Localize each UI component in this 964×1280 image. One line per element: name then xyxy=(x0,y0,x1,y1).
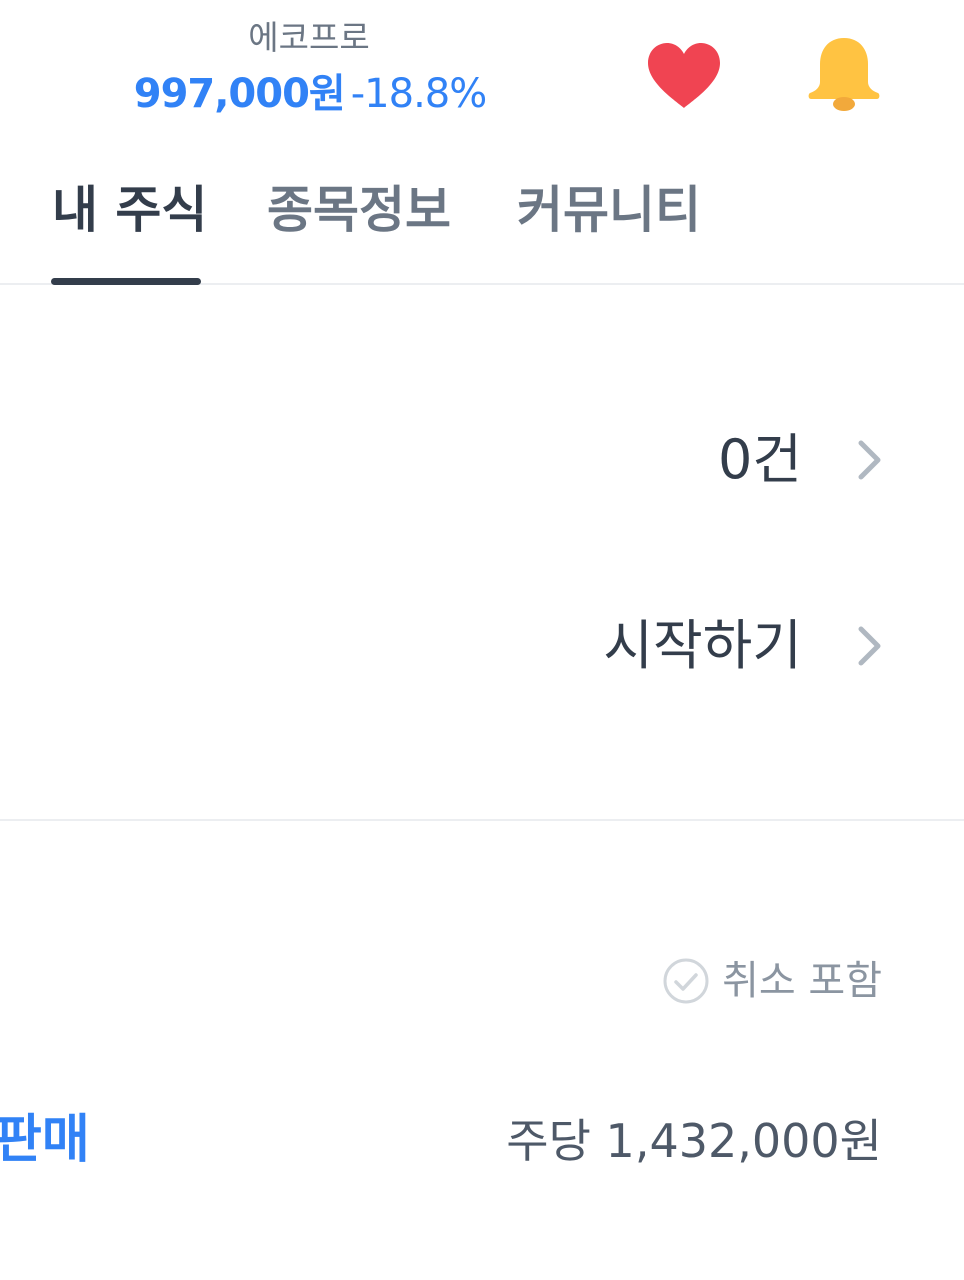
active-tab-indicator xyxy=(51,278,201,285)
alert-button[interactable] xyxy=(806,36,882,112)
stock-header: 에코프로 997,000원 -18.8% xyxy=(0,0,964,140)
count-value: 0건 xyxy=(717,428,802,491)
section-divider xyxy=(0,819,964,821)
favorite-button[interactable] xyxy=(646,42,722,110)
tab-community[interactable]: 커뮤니티 xyxy=(517,180,701,240)
sell-type-label: 판매 xyxy=(0,1110,90,1170)
price-per-share: 주당 1,432,000원 xyxy=(506,1114,882,1168)
stock-name: 에코프로 xyxy=(248,18,370,57)
heart-icon xyxy=(648,43,720,108)
stock-change-rate: -18.8% xyxy=(350,71,488,117)
stock-price: 997,000원 xyxy=(133,71,346,117)
check-circle-icon xyxy=(663,958,709,1004)
tab-bar: 내 주식 종목정보 커뮤니티 xyxy=(0,140,964,285)
count-row[interactable]: 0건 xyxy=(718,428,884,492)
bell-icon xyxy=(808,38,880,111)
stock-summary: 에코프로 997,000원 -18.8% xyxy=(0,18,620,124)
chevron-right-icon xyxy=(858,440,881,480)
include-cancelled-label: 취소 포함 xyxy=(722,958,882,1004)
stock-price-line: 997,000원 -18.8% xyxy=(0,72,620,124)
tab-stock-info[interactable]: 종목정보 xyxy=(267,180,451,240)
start-label: 시작하기 xyxy=(603,614,802,677)
start-row[interactable]: 시작하기 xyxy=(603,614,884,678)
include-cancelled-toggle[interactable]: 취소 포함 xyxy=(662,956,882,1006)
tab-my-stock[interactable]: 내 주식 xyxy=(52,180,207,240)
chevron-right-icon xyxy=(858,626,881,666)
